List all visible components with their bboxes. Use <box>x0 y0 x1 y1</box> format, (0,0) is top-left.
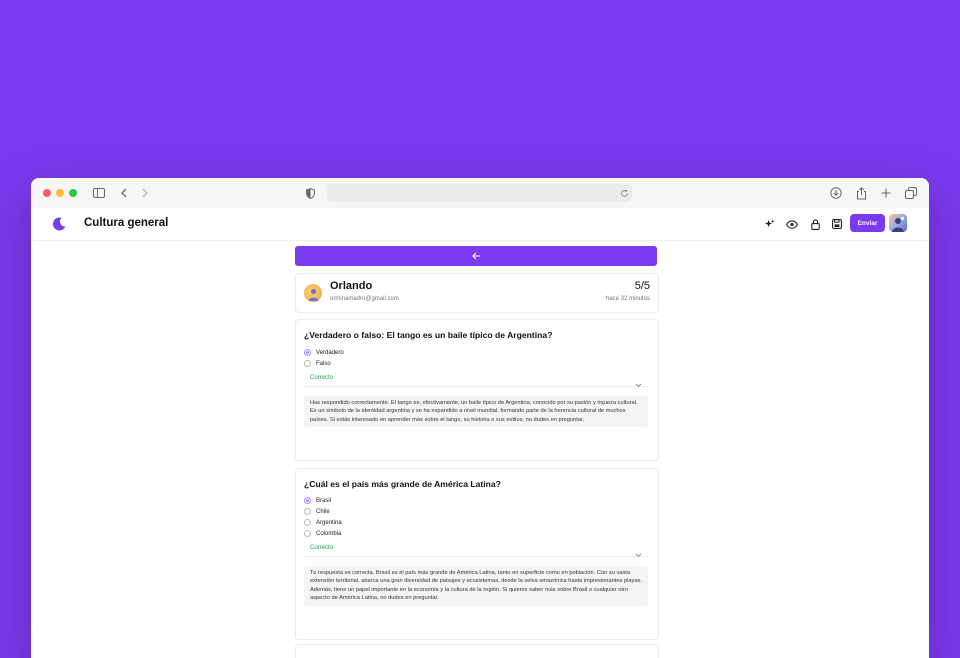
share-icon[interactable] <box>852 184 870 202</box>
chevron-down-icon <box>635 545 642 563</box>
result-label: Correcto <box>310 545 334 551</box>
option-item[interactable]: Falso <box>304 359 331 368</box>
shield-icon <box>301 184 319 202</box>
score: 5/5 <box>634 280 650 292</box>
moon-logo-icon[interactable] <box>51 216 67 232</box>
back-button[interactable] <box>295 246 657 266</box>
radio-icon[interactable] <box>304 530 311 537</box>
question-card: ¿Cuál es el país más grande de América L… <box>295 468 659 640</box>
option-label: Verdadero <box>316 349 344 356</box>
result-dropdown[interactable]: Correcto <box>304 543 648 558</box>
chevron-down-icon <box>635 375 642 393</box>
radio-icon[interactable] <box>304 508 311 515</box>
maximize-window-button[interactable] <box>69 189 77 197</box>
app-title: Cultura general <box>84 217 169 229</box>
submission-time: hace 32 minutos <box>605 296 650 302</box>
minimize-window-button[interactable] <box>56 189 64 197</box>
address-bar[interactable] <box>327 184 632 202</box>
option-item[interactable]: Verdadero <box>304 348 344 357</box>
browser-window: Cultura general Enviar Orlando orminamad… <box>31 178 929 658</box>
back-icon[interactable] <box>115 184 133 202</box>
lock-icon[interactable] <box>808 217 822 231</box>
arrow-left-icon <box>471 247 481 265</box>
app-header: Cultura general Enviar <box>31 208 929 241</box>
result-label: Correcto <box>310 375 334 381</box>
explanation-text: Has respondido correctamente. El tango e… <box>304 396 648 428</box>
sparkles-icon[interactable] <box>762 217 776 231</box>
forward-icon[interactable] <box>136 184 154 202</box>
plus-icon[interactable] <box>877 184 895 202</box>
option-item[interactable]: Argentina <box>304 518 342 527</box>
radio-icon[interactable] <box>304 519 311 526</box>
send-button[interactable]: Enviar <box>850 214 885 232</box>
respondent-email: orminamadro@gmail.com <box>330 296 399 302</box>
option-label: Falso <box>316 360 331 367</box>
question-card: ¿Verdadero o falso: El tango es un baile… <box>295 319 659 461</box>
respondent-card: Orlando orminamadro@gmail.com 5/5 hace 3… <box>295 273 659 313</box>
question-card <box>295 644 659 658</box>
option-label: Chile <box>316 508 330 515</box>
sidebar-icon[interactable] <box>90 184 108 202</box>
save-icon[interactable] <box>830 217 844 231</box>
user-avatar[interactable] <box>889 214 907 232</box>
option-item[interactable]: Chile <box>304 507 330 516</box>
tabs-icon[interactable] <box>902 184 920 202</box>
browser-toolbar <box>31 178 929 209</box>
option-item[interactable]: Brasil <box>304 496 331 505</box>
question-title: ¿Verdadero o falso: El tango es un baile… <box>304 330 553 340</box>
respondent-name: Orlando <box>330 280 373 292</box>
radio-selected-icon[interactable] <box>304 349 311 356</box>
download-icon[interactable] <box>827 184 845 202</box>
option-label: Argentina <box>316 519 342 526</box>
explanation-text: Tu respuesta es correcta. Brasil es el p… <box>304 566 648 606</box>
radio-icon[interactable] <box>304 360 311 367</box>
close-window-button[interactable] <box>43 189 51 197</box>
eye-icon[interactable] <box>785 217 799 231</box>
respondent-avatar <box>304 284 322 302</box>
question-title: ¿Cuál es el país más grande de América L… <box>304 479 501 489</box>
radio-selected-icon[interactable] <box>304 497 311 504</box>
reload-icon[interactable] <box>615 184 633 202</box>
option-label: Colombia <box>316 530 342 537</box>
option-label: Brasil <box>316 497 332 504</box>
result-dropdown[interactable]: Correcto <box>304 373 648 388</box>
option-item[interactable]: Colombia <box>304 529 341 538</box>
